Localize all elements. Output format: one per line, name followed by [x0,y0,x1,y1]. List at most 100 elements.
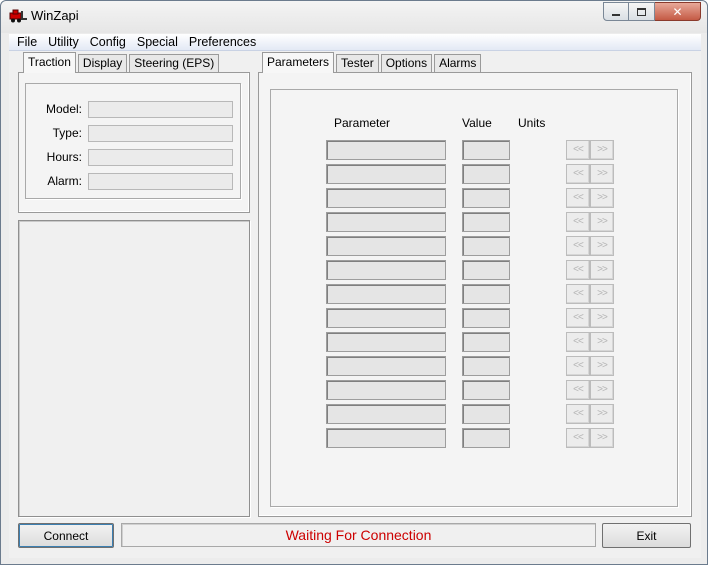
parameter-units-cell [518,167,558,183]
decrease-button[interactable]: << [566,428,590,448]
menu-special[interactable]: Special [133,35,185,49]
units-column-header: Units [518,116,546,130]
parameter-value-cell [462,428,510,448]
tab-tester[interactable]: Tester [336,54,379,72]
log-panel [18,220,250,517]
decrease-button[interactable]: << [566,164,590,184]
tab-traction[interactable]: Traction [23,52,76,73]
window-title: WinZapi [31,8,79,23]
parameter-value-cell [462,164,510,184]
tab-steering-eps[interactable]: Steering (EPS) [129,54,220,72]
decrease-button[interactable]: << [566,284,590,304]
parameter-name-cell [326,236,446,256]
parameter-column-header: Parameter [334,116,391,130]
client-area: Traction Display Steering (EPS) Model: T… [9,51,701,558]
parameter-value-cell [462,284,510,304]
parameter-name-cell [326,404,446,424]
decrease-button[interactable]: << [566,356,590,376]
tab-options[interactable]: Options [380,54,433,72]
right-tab-panel: Parameter Value Units << >> << >> << >> << >> <<… [258,72,692,517]
increase-button[interactable]: >> [590,356,614,376]
parameter-units-cell [518,359,558,375]
tab-alarms[interactable]: Alarms [434,54,482,72]
parameter-units-cell [518,239,558,255]
parameter-units-cell [518,311,558,327]
type-label: Type: [52,126,82,140]
increase-button[interactable]: >> [590,428,614,448]
parameter-units-cell [518,287,558,303]
app-window: WinZapi ✕ File Utility Config Special Pr… [0,0,708,565]
increase-button[interactable]: >> [590,212,614,232]
parameter-value-cell [462,260,510,280]
left-tab-panel: Model: Type: Hours: Alarm: [18,72,250,213]
connect-button[interactable]: Connect [18,523,114,548]
parameter-name-cell [326,212,446,232]
parameter-name-cell [326,164,446,184]
parameter-units-cell [518,407,558,423]
decrease-button[interactable]: << [566,260,590,280]
increase-button[interactable]: >> [590,404,614,424]
decrease-button[interactable]: << [566,308,590,328]
status-message: Waiting For Connection [121,523,596,547]
model-field [88,101,233,118]
parameter-units-cell [518,431,558,447]
increase-button[interactable]: >> [590,188,614,208]
increase-button[interactable]: >> [590,260,614,280]
parameter-name-cell [326,188,446,208]
decrease-button[interactable]: << [566,188,590,208]
maximize-icon [637,7,646,16]
close-icon: ✕ [672,4,683,19]
exit-button[interactable]: Exit [602,523,691,548]
decrease-button[interactable]: << [566,140,590,160]
minimize-icon [612,13,620,16]
parameter-name-cell [326,260,446,280]
increase-button[interactable]: >> [590,308,614,328]
menu-config[interactable]: Config [86,35,133,49]
menu-bar: File Utility Config Special Preferences [9,34,701,51]
close-button[interactable]: ✕ [655,2,701,21]
value-column-header: Value [462,116,492,130]
increase-button[interactable]: >> [590,164,614,184]
vehicle-info-group: Model: Type: Hours: Alarm: [25,83,241,199]
type-field [88,125,233,142]
menu-utility[interactable]: Utility [44,35,86,49]
tab-display[interactable]: Display [77,54,128,72]
left-tab-strip: Traction Display Steering (EPS) [23,52,221,73]
parameter-value-cell [462,212,510,232]
parameter-name-cell [326,308,446,328]
increase-button[interactable]: >> [590,380,614,400]
parameter-name-cell [326,140,446,160]
maximize-button[interactable] [629,2,655,21]
alarm-field [88,173,233,190]
parameter-value-cell [462,308,510,328]
increase-button[interactable]: >> [590,332,614,352]
decrease-button[interactable]: << [566,212,590,232]
title-bar[interactable]: WinZapi ✕ [1,1,707,33]
parameter-value-cell [462,380,510,400]
parameter-units-cell [518,263,558,279]
menu-preferences[interactable]: Preferences [185,35,263,49]
forklift-icon [9,9,27,23]
parameter-value-cell [462,236,510,256]
hours-field [88,149,233,166]
parameter-value-cell [462,332,510,352]
menu-file[interactable]: File [13,35,44,49]
parameter-value-cell [462,356,510,376]
decrease-button[interactable]: << [566,332,590,352]
parameter-units-cell [518,191,558,207]
parameter-name-cell [326,428,446,448]
minimize-button[interactable] [603,2,629,21]
decrease-button[interactable]: << [566,380,590,400]
parameter-units-cell [518,143,558,159]
increase-button[interactable]: >> [590,236,614,256]
increase-button[interactable]: >> [590,140,614,160]
parameter-value-cell [462,404,510,424]
tab-parameters[interactable]: Parameters [262,52,335,73]
parameter-name-cell [326,380,446,400]
parameter-name-cell [326,332,446,352]
parameter-units-cell [518,215,558,231]
parameter-value-cell [462,140,510,160]
decrease-button[interactable]: << [566,236,590,256]
increase-button[interactable]: >> [590,284,614,304]
decrease-button[interactable]: << [566,404,590,424]
